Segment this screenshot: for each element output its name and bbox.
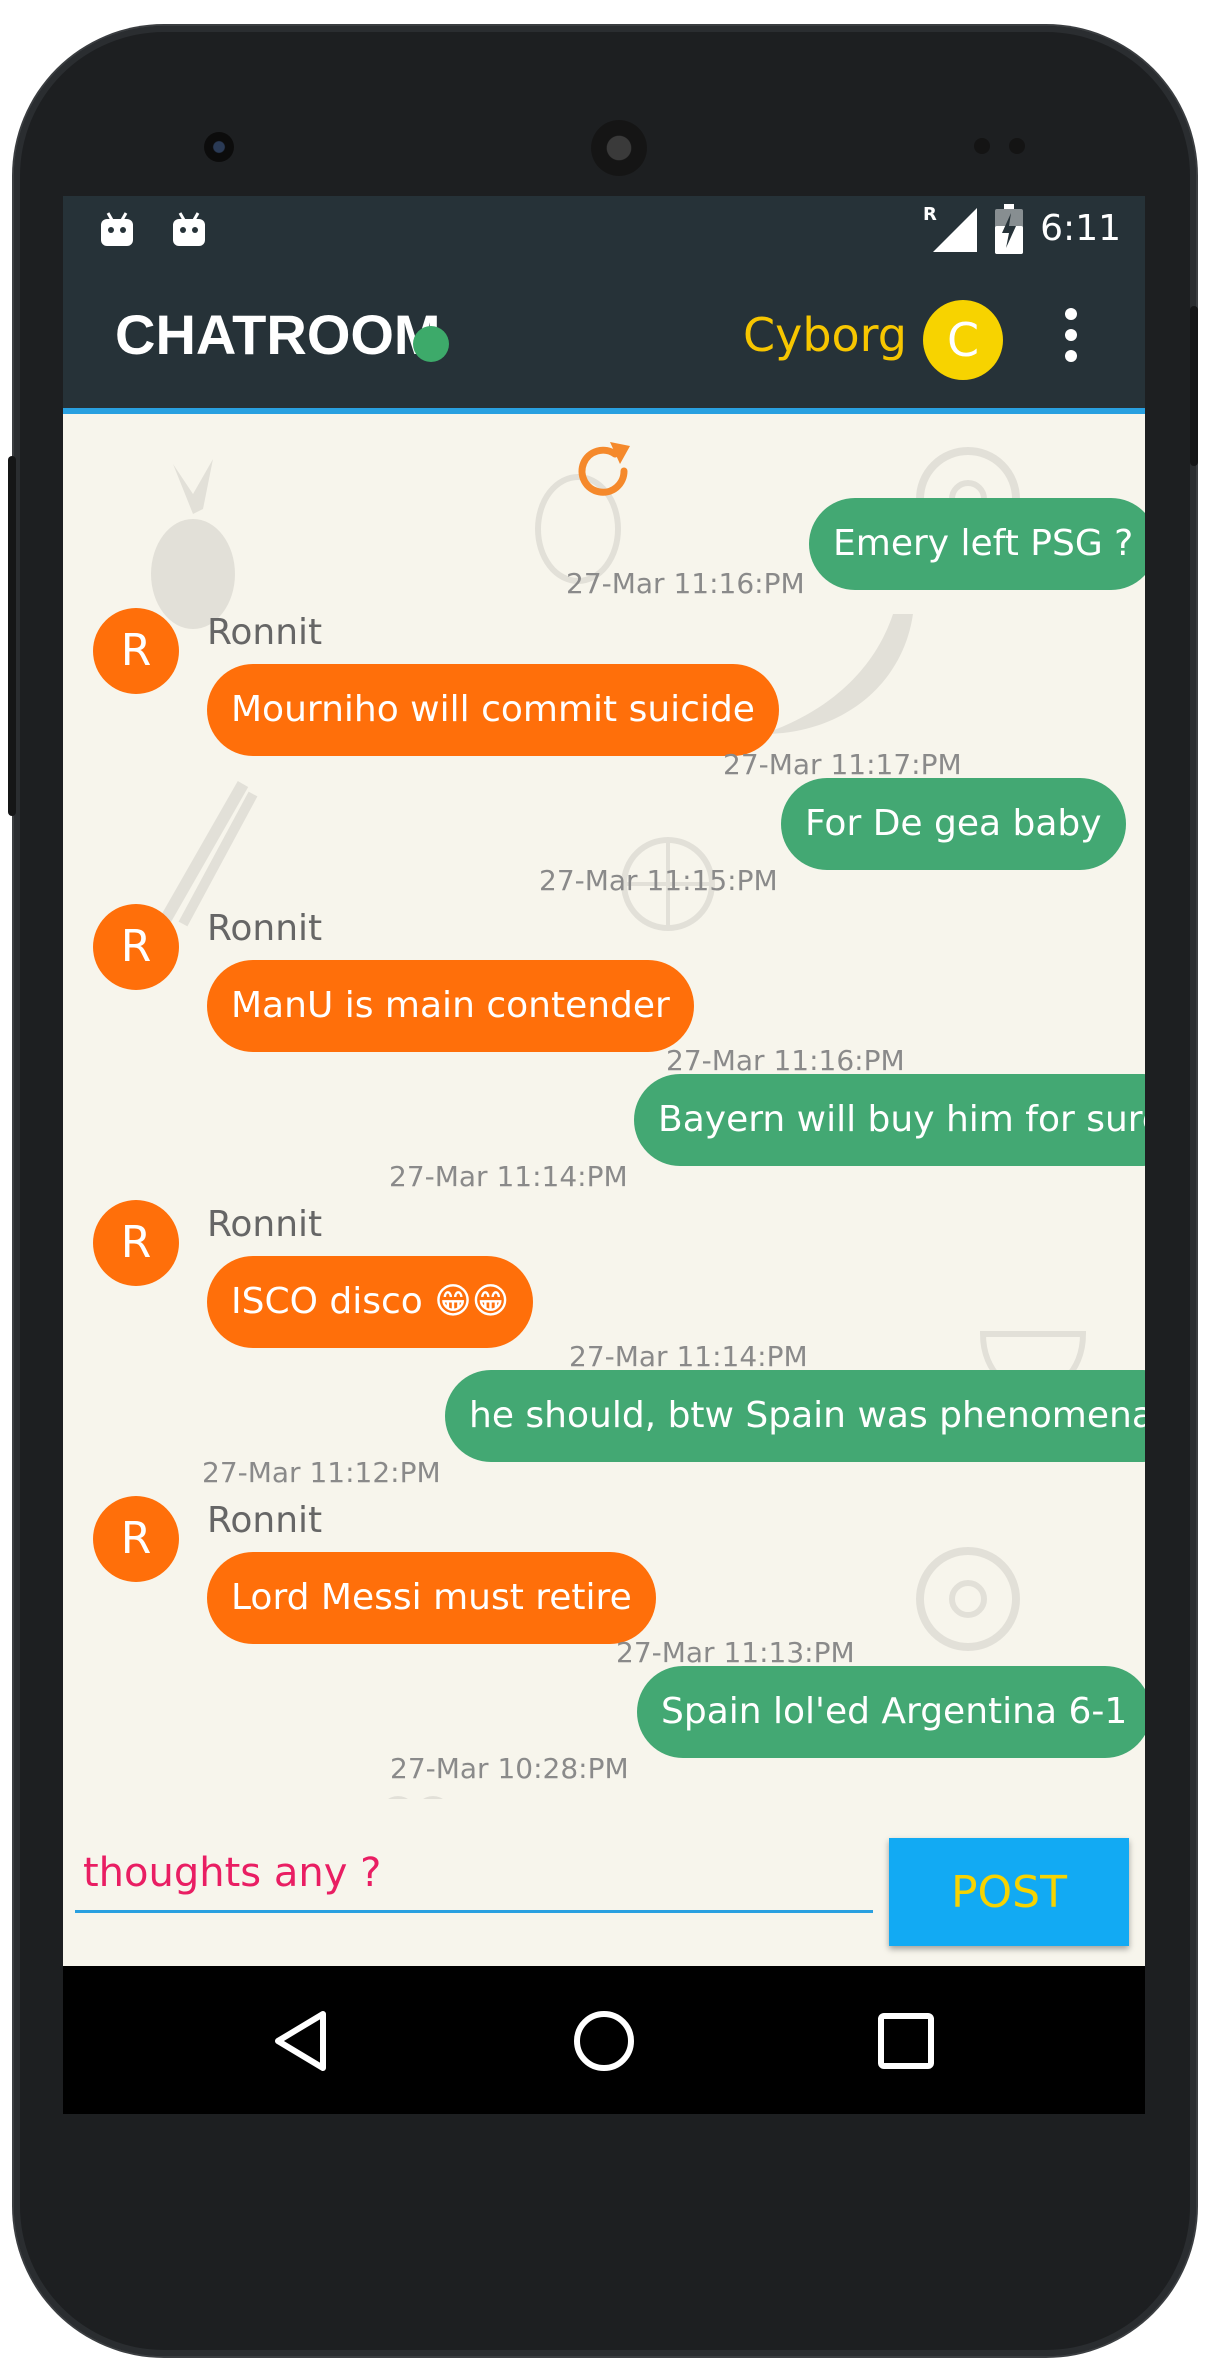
sender-name: Ronnit	[207, 908, 323, 949]
screen: R 6:11 CHATROOM Cyborg C 27-Mar 11:16:PM…	[63, 196, 1145, 2114]
background-pineapple-doodle	[151, 459, 235, 629]
message-timestamp: 27-Mar 10:28:PM	[390, 1752, 629, 1785]
app-toolbar: CHATROOM Cyborg C	[63, 268, 1145, 414]
home-icon[interactable]	[569, 2006, 639, 2076]
message-bubble[interactable]: Spain lol'ed Argentina 6-1	[637, 1666, 1145, 1758]
chat-message-list[interactable]: 27-Mar 11:16:PM Emery left PSG ? R Ronni…	[63, 414, 1145, 1799]
message-bubble[interactable]: Lord Messi must retire	[207, 1552, 656, 1644]
light-sensor	[1009, 138, 1025, 154]
front-camera	[204, 132, 234, 162]
message-timestamp: 27-Mar 11:14:PM	[569, 1340, 808, 1373]
message-bubble[interactable]: Bayern will buy him for sure	[634, 1074, 1145, 1166]
clock: 6:11	[1040, 208, 1121, 249]
back-icon[interactable]	[268, 2006, 338, 2076]
sender-name: Ronnit	[207, 612, 323, 653]
overflow-menu-icon[interactable]	[1061, 308, 1081, 368]
recents-icon[interactable]	[871, 2006, 941, 2076]
background-banana-doodle	[763, 614, 913, 734]
sender-avatar[interactable]: R	[93, 1496, 179, 1582]
message-timestamp: 27-Mar 11:12:PM	[202, 1456, 441, 1489]
proximity-sensor	[974, 138, 990, 154]
message-timestamp: 27-Mar 11:13:PM	[616, 1636, 855, 1669]
current-username[interactable]: Cyborg	[743, 308, 907, 362]
message-bubble[interactable]: Emery left PSG ?	[809, 498, 1145, 590]
refresh-icon[interactable]	[568, 436, 638, 506]
message-timestamp: 27-Mar 11:16:PM	[666, 1044, 905, 1077]
sender-avatar[interactable]: R	[93, 904, 179, 990]
earpiece-speaker	[591, 120, 647, 176]
system-navigation-bar	[63, 1966, 1145, 2114]
sender-avatar[interactable]: R	[93, 608, 179, 694]
post-button[interactable]: POST	[889, 1838, 1129, 1946]
user-avatar[interactable]: C	[923, 300, 1003, 380]
sender-name: Ronnit	[207, 1204, 323, 1245]
online-status-dot	[413, 326, 449, 362]
volume-button	[8, 456, 16, 816]
message-bubble[interactable]: ISCO disco 😁😁	[207, 1256, 534, 1348]
message-bubble[interactable]: he should, btw Spain was phenomenal	[445, 1370, 1145, 1462]
status-bar: R 6:11	[63, 196, 1145, 268]
signal-icon	[933, 208, 977, 252]
page-title: CHATROOM	[115, 303, 441, 366]
message-input[interactable]	[75, 1836, 873, 1913]
message-timestamp: 27-Mar 11:16:PM	[566, 567, 805, 600]
message-timestamp: 27-Mar 11:17:PM	[723, 748, 962, 781]
android-notification-icon	[173, 212, 205, 246]
message-timestamp: 27-Mar 11:14:PM	[389, 1160, 628, 1193]
sender-name: Ronnit	[207, 1500, 323, 1541]
sender-avatar[interactable]: R	[93, 1200, 179, 1286]
message-bubble[interactable]: ManU is main contender	[207, 960, 694, 1052]
message-bubble[interactable]: Mourniho will commit suicide	[207, 664, 779, 756]
android-notification-icon	[101, 212, 133, 246]
message-timestamp: 27-Mar 11:15:PM	[539, 864, 778, 897]
battery-charging-icon	[995, 204, 1023, 254]
background-donut-doodle	[916, 1547, 1020, 1651]
message-bubble[interactable]: For De gea baby	[781, 778, 1126, 870]
power-button	[1190, 306, 1198, 466]
